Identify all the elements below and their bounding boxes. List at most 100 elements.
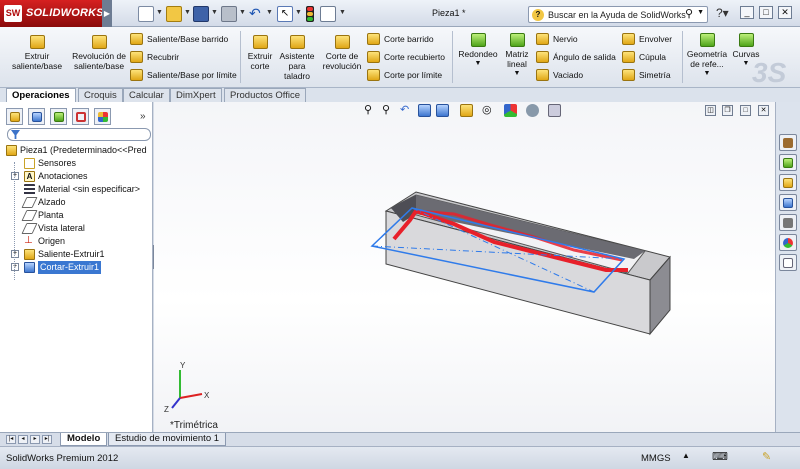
lofted-cut-button[interactable]: Corte recubierto <box>367 50 445 64</box>
extrude-boss-icon <box>29 35 45 49</box>
open-folder-icon[interactable] <box>166 6 182 22</box>
mirror-icon <box>622 69 635 81</box>
menu-arrow-icon[interactable]: ▶ <box>102 0 112 27</box>
expand-icon[interactable]: + <box>11 172 19 180</box>
minimize-button[interactable]: _ <box>740 6 754 19</box>
tab-croquis[interactable]: Croquis <box>78 88 123 102</box>
revolve-boss-label: Revolución de saliente/base <box>72 51 126 71</box>
new-document-icon[interactable] <box>138 6 154 22</box>
rib-button[interactable]: Nervio <box>536 32 578 46</box>
expand-icon[interactable]: + <box>11 263 19 271</box>
swept-cut-icon <box>367 33 380 45</box>
swept-cut-button[interactable]: Corte barrido <box>367 32 434 46</box>
extrude-boss-button[interactable]: Extruir saliente/base <box>4 35 70 71</box>
first-tab-icon[interactable]: |◂ <box>6 435 16 444</box>
help-icon[interactable]: ?▾ <box>716 6 729 20</box>
mirror-button[interactable]: Simetría <box>622 68 671 82</box>
tree-filter-box[interactable] <box>7 128 151 141</box>
configuration-icon <box>54 112 64 122</box>
filter-icon <box>11 130 20 139</box>
revolve-boss-button[interactable]: Revolución de saliente/base <box>72 35 126 71</box>
units-menu-icon[interactable]: ▲ <box>682 451 690 460</box>
tab-modelo[interactable]: Modelo <box>60 433 108 446</box>
sensors-icon <box>24 158 35 169</box>
next-tab-icon[interactable]: ▸ <box>30 435 40 444</box>
fillet-icon <box>470 33 486 47</box>
fillet-button[interactable]: Redondeo ▼ <box>456 33 500 69</box>
configuration-manager-tab[interactable] <box>50 108 67 125</box>
help-search-box[interactable]: ? Buscar en la Ayuda de SolidWorks ⚲ ▼ <box>528 6 708 23</box>
task-pane-view-palette[interactable] <box>779 214 797 231</box>
dome-button[interactable]: Cúpula <box>622 50 666 64</box>
select-cursor-icon[interactable]: ↖ <box>277 6 293 22</box>
triad-x-label: X <box>204 391 210 400</box>
linear-pattern-button[interactable]: Matriz lineal ▼ <box>502 33 532 79</box>
chevron-down-icon[interactable]: ▼ <box>456 59 500 69</box>
hole-wizard-button[interactable]: Asistente para taladro <box>278 35 316 81</box>
save-icon[interactable] <box>193 6 209 22</box>
draft-button[interactable]: Ángulo de salida <box>536 50 616 64</box>
revolve-cut-button[interactable]: Corte de revolución <box>320 35 364 71</box>
task-pane-custom-properties[interactable] <box>779 254 797 271</box>
tab-estudio-movimiento[interactable]: Estudio de movimiento 1 <box>108 433 227 446</box>
display-manager-tab[interactable] <box>94 108 111 125</box>
solidworks-logo[interactable]: SW SOLIDWORKS <box>0 0 108 27</box>
tooltip-icon[interactable]: ⌨ <box>712 450 728 463</box>
cut-feature-icon <box>24 262 35 273</box>
reference-geometry-button[interactable]: Geometría de refe... ▼ <box>684 33 730 79</box>
shell-button[interactable]: Vaciado <box>536 68 583 82</box>
print-icon[interactable] <box>221 6 237 22</box>
chevron-down-icon[interactable]: ▼ <box>211 9 218 16</box>
chevron-down-icon[interactable]: ▼ <box>684 69 730 79</box>
extrude-cut-button[interactable]: Extruir corte <box>244 35 276 71</box>
task-pane-resources[interactable] <box>779 154 797 171</box>
status-units[interactable]: MMGS <box>641 453 671 464</box>
expand-icon[interactable]: + <box>11 250 19 258</box>
task-pane-design-library[interactable] <box>779 174 797 191</box>
rib-icon <box>536 33 549 45</box>
chevron-down-icon[interactable]: ▼ <box>156 9 163 16</box>
wrap-button[interactable]: Envolver <box>622 32 672 46</box>
last-tab-icon[interactable]: ▸| <box>42 435 52 444</box>
hole-wizard-icon <box>289 35 305 49</box>
search-icon[interactable]: ⚲ <box>685 7 693 20</box>
triad-z-label: Z <box>164 405 169 414</box>
rebuild-status-icon[interactable]: ✎ <box>762 450 771 463</box>
tab-calcular[interactable]: Calcular <box>123 88 170 102</box>
maximize-button[interactable]: □ <box>759 6 773 19</box>
boundary-boss-button[interactable]: Saliente/Base por límite <box>130 68 237 82</box>
graphics-area[interactable]: ⚲ ⚲ ↶ ◎ ◫ ❐ □ ✕ Y X Z *Trimétrica <box>154 102 775 432</box>
chevron-down-icon[interactable]: ▼ <box>295 9 302 16</box>
annotations-icon: A <box>24 171 35 182</box>
chevron-down-icon[interactable]: ▼ <box>266 9 273 16</box>
chevron-down-icon[interactable]: ▼ <box>697 9 704 16</box>
model-viewport[interactable]: Y X Z <box>154 102 775 432</box>
property-manager-tab[interactable] <box>28 108 45 125</box>
chevron-down-icon[interactable]: ▼ <box>239 9 246 16</box>
boundary-cut-button[interactable]: Corte por límite <box>367 68 442 82</box>
task-pane-appearances[interactable] <box>779 234 797 251</box>
chevron-down-icon[interactable]: ▼ <box>502 69 532 79</box>
task-pane-home[interactable] <box>779 134 797 151</box>
status-bar: SolidWorks Premium 2012 MMGS ▲ ⌨ ✎ <box>0 446 800 469</box>
undo-icon[interactable]: ↶ <box>249 6 265 22</box>
more-tabs-icon[interactable]: » <box>140 111 146 122</box>
rebuild-traffic-light-icon[interactable] <box>306 6 314 22</box>
task-pane-file-explorer[interactable] <box>779 194 797 211</box>
options-icon[interactable] <box>320 6 336 22</box>
feature-manager-tab[interactable] <box>6 108 23 125</box>
swept-boss-icon <box>130 33 143 45</box>
swept-boss-button[interactable]: Saliente/Base barrido <box>130 32 228 46</box>
chevron-down-icon[interactable]: ▼ <box>184 9 191 16</box>
loft-icon <box>130 51 143 63</box>
help-question-icon: ? <box>532 9 544 21</box>
close-button[interactable]: ✕ <box>778 6 792 19</box>
appearances-icon <box>783 238 793 248</box>
previous-tab-icon[interactable]: ◂ <box>18 435 28 444</box>
dimxpert-manager-tab[interactable] <box>72 108 89 125</box>
tab-dimxpert[interactable]: DimXpert <box>170 88 222 102</box>
tab-productos-office[interactable]: Productos Office <box>224 88 307 102</box>
loft-button[interactable]: Recubrir <box>130 50 179 64</box>
chevron-down-icon[interactable]: ▼ <box>339 9 346 16</box>
tab-operaciones[interactable]: Operaciones <box>6 88 76 102</box>
